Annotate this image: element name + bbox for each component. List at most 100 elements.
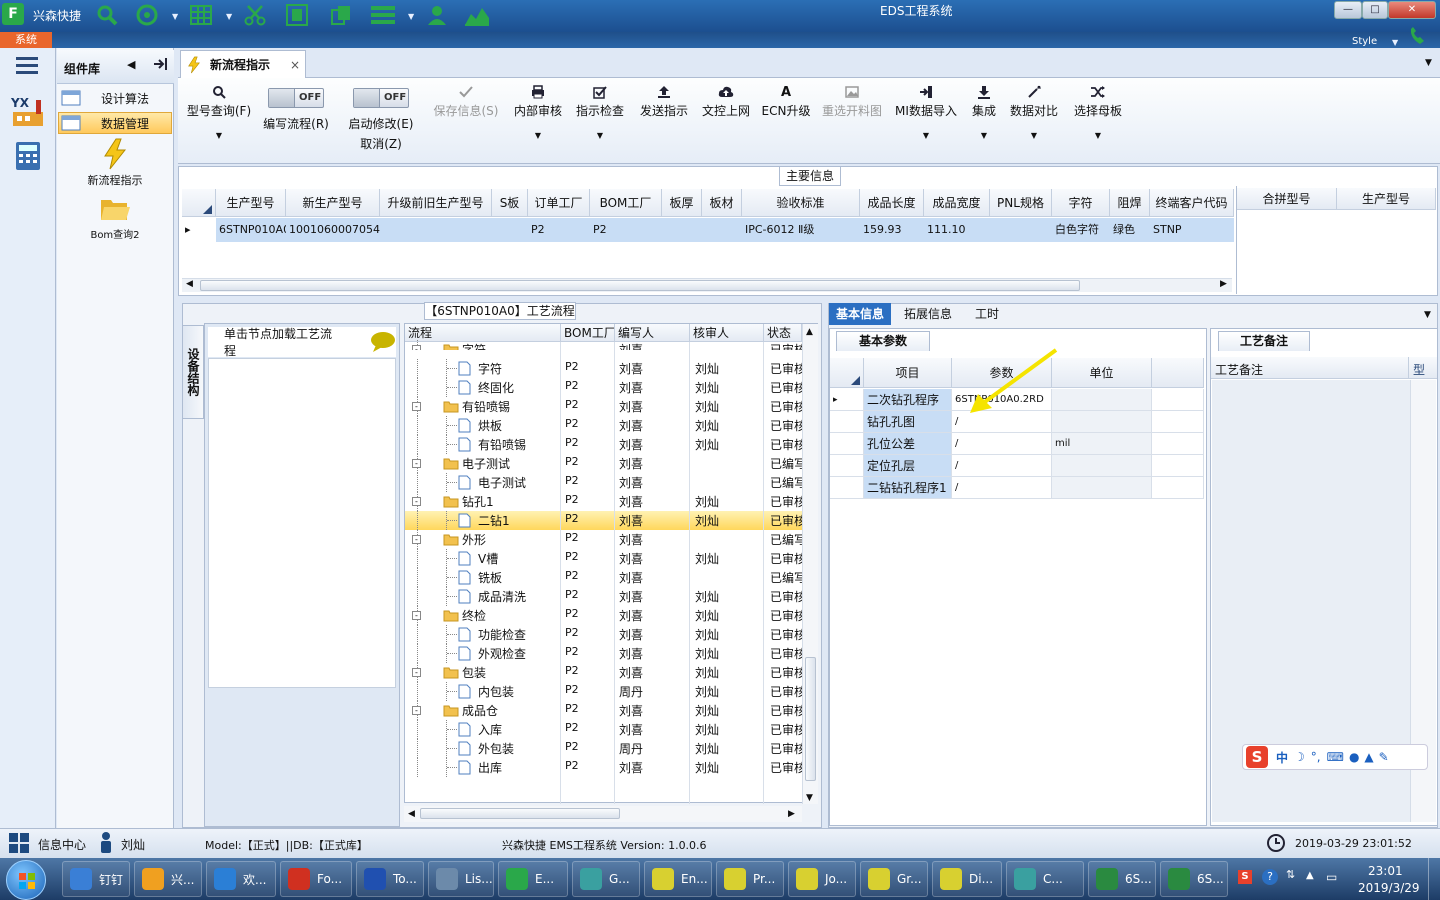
col-header[interactable]: 工艺备注 <box>1215 361 1263 378</box>
col-header[interactable]: 生产型号 <box>1337 188 1436 210</box>
tab-extended-info[interactable]: 拓展信息 <box>897 303 959 325</box>
col-header[interactable]: 成品宽度 <box>924 189 990 217</box>
collapse-left-icon[interactable]: ◀ <box>127 58 135 71</box>
table-cell[interactable]: P2 <box>528 218 590 242</box>
scroll-up-icon[interactable]: ▲ <box>806 327 813 337</box>
data-compare-button[interactable]: 数据对比 ▼ <box>1006 82 1062 152</box>
tree-row[interactable]: 内包装 P2 周丹 刘灿 已审核 <box>405 682 802 701</box>
hamburger-icon[interactable] <box>14 55 40 75</box>
col-header[interactable]: BOM工厂 <box>590 189 662 217</box>
collapse-toggle-icon[interactable]: - <box>412 459 421 468</box>
tab-close-button[interactable]: × <box>290 58 300 72</box>
collapse-toggle-icon[interactable]: - <box>412 497 421 506</box>
table-cell[interactable] <box>492 218 528 242</box>
tree-row[interactable]: 终固化 P2 刘喜 刘灿 已审核 <box>405 378 802 397</box>
param-row[interactable]: 孔位公差 / mil <box>830 433 1204 455</box>
tree-row[interactable]: 烘板 P2 刘喜 刘灿 已审核 <box>405 416 802 435</box>
keyboard-icon[interactable]: ⌨ <box>1327 750 1344 764</box>
tree-row[interactable]: 铣板 P2 刘喜 已编写 <box>405 568 802 587</box>
write-process-toggle[interactable]: OFF 编写流程(R) <box>258 88 334 158</box>
collapse-toggle-icon[interactable]: - <box>412 402 421 411</box>
param-unit[interactable] <box>1052 455 1152 477</box>
style-menu[interactable]: Style <box>1352 36 1377 47</box>
collapse-toggle-icon[interactable]: - <box>412 611 421 620</box>
col-header[interactable]: S板 <box>492 189 528 217</box>
reselect-cutting-button[interactable]: 重选开料图 <box>816 82 888 152</box>
tree-row[interactable]: - 字符 刘喜 已审核 <box>405 340 802 350</box>
taskbar-button[interactable]: 钉钉 <box>62 861 130 897</box>
chevron-down-icon[interactable]: ▼ <box>408 12 416 21</box>
taskbar-button[interactable]: C... <box>1006 861 1084 897</box>
tab-new-process[interactable]: 新流程指示 × <box>180 50 306 78</box>
moon-icon[interactable]: ☽ <box>1294 750 1305 764</box>
param-value[interactable]: / <box>952 433 1052 455</box>
chevron-down-icon[interactable]: ▼ <box>1392 38 1398 47</box>
table-cell[interactable]: STNP <box>1150 218 1234 242</box>
complib-item-data-management[interactable]: 数据管理 <box>58 112 172 134</box>
taskbar-button[interactable]: Lis... <box>428 861 494 897</box>
tree-horizontal-scrollbar[interactable] <box>404 806 802 822</box>
tree-row[interactable]: 成品清洗 P2 刘喜 刘灿 已审核 <box>405 587 802 606</box>
chevron-down-icon[interactable]: ▼ <box>1006 131 1062 140</box>
search-icon[interactable] <box>94 3 120 27</box>
chevron-down-icon[interactable]: ▼ <box>508 131 568 140</box>
ime-mode-label[interactable]: 中 <box>1276 749 1288 766</box>
system-tab[interactable]: 系统 <box>0 32 52 48</box>
table-cell[interactable] <box>990 218 1052 242</box>
tree-vertical-scrollbar[interactable] <box>802 324 818 804</box>
table-cell[interactable]: 159.93 <box>860 218 924 242</box>
show-desktop-button[interactable] <box>1428 858 1440 900</box>
col-header[interactable]: 生产型号 <box>216 189 286 217</box>
save-info-button[interactable]: 保存信息(S) <box>428 82 504 152</box>
tree-row[interactable]: V槽 P2 刘喜 刘灿 已审核 <box>405 549 802 568</box>
tree-row[interactable]: 出库 P2 刘喜 刘灿 已审核 <box>405 758 802 777</box>
tree-row[interactable]: 外包装 P2 周丹 刘灿 已审核 <box>405 739 802 758</box>
taskbar-button[interactable]: 6S... <box>1088 861 1156 897</box>
chevron-down-icon[interactable]: ▼ <box>964 131 1004 140</box>
load-process-hint-row[interactable]: 单击节点加载工艺流程 <box>208 327 396 358</box>
chevron-down-icon[interactable]: ▼ <box>226 12 234 21</box>
phone-icon[interactable] <box>1408 26 1430 46</box>
col-header[interactable]: 单位 <box>1052 358 1152 388</box>
tree-row[interactable]: - 终检 P2 刘喜 刘灿 已审核 <box>405 606 802 625</box>
col-header[interactable]: 新生产型号 <box>286 189 380 217</box>
complib-item-design-algorithm[interactable]: 设计算法 <box>58 87 172 109</box>
instruction-check-button[interactable]: 指示检查 ▼ <box>570 82 630 152</box>
table-cell[interactable] <box>380 218 492 242</box>
table-cell[interactable]: 10010600070546 <box>286 218 380 242</box>
enable-edit-toggle[interactable]: OFF 启动修改(E) 取消(Z) <box>342 88 420 158</box>
param-unit[interactable]: mil <box>1052 433 1152 455</box>
user-icon[interactable] <box>424 3 450 27</box>
table-cell[interactable]: 6STNP010A0 <box>216 218 286 242</box>
taskbar-button[interactable]: E... <box>498 861 568 897</box>
taskbar-button[interactable]: Fo... <box>280 861 352 897</box>
cancel-label[interactable]: 取消(Z) <box>342 135 420 152</box>
tab-list-chevron-icon[interactable]: ▼ <box>1425 58 1432 68</box>
complib-new-process[interactable]: 新流程指示 <box>58 138 172 188</box>
help-tray-icon[interactable]: ? <box>1262 869 1278 885</box>
taskbar-button[interactable]: To... <box>356 861 424 897</box>
table-cell[interactable] <box>702 218 742 242</box>
taskbar-button[interactable]: 6S... <box>1160 861 1228 897</box>
tab-basic-info[interactable]: 基本信息 <box>829 303 892 325</box>
col-header[interactable]: 阻焊 <box>1110 189 1150 217</box>
table-cell[interactable]: 白色字符 <box>1052 218 1110 242</box>
tree-row[interactable]: - 成品仓 P2 刘喜 刘灿 已审核 <box>405 701 802 720</box>
col-header[interactable]: 升级前旧生产型号 <box>380 189 492 217</box>
info-center-label[interactable]: 信息中心 <box>38 836 86 853</box>
chevron-down-icon[interactable]: ▼ <box>1424 310 1431 320</box>
tree-row[interactable]: - 有铅喷锡 P2 刘喜 刘灿 已审核 <box>405 397 802 416</box>
device-list[interactable] <box>208 358 396 688</box>
param-row[interactable]: 二钻钻孔程序1/ <box>830 477 1204 499</box>
scroll-left-icon[interactable]: ◀ <box>408 809 415 819</box>
globe-icon[interactable] <box>134 3 160 27</box>
taskbar-button[interactable]: 欢... <box>206 861 276 897</box>
shirt-icon[interactable]: ▲ <box>1364 750 1373 764</box>
tree-row[interactable]: 有铅喷锡 P2 刘喜 刘灿 已审核 <box>405 435 802 454</box>
chevron-down-icon[interactable]: ▼ <box>1068 131 1128 140</box>
tree-row[interactable]: 入库 P2 刘喜 刘灿 已审核 <box>405 720 802 739</box>
user-icon[interactable]: ● <box>1349 750 1359 764</box>
taskbar-date[interactable]: 2019/3/29 <box>1358 881 1420 895</box>
start-button[interactable] <box>6 860 46 900</box>
film-icon[interactable] <box>284 3 310 27</box>
